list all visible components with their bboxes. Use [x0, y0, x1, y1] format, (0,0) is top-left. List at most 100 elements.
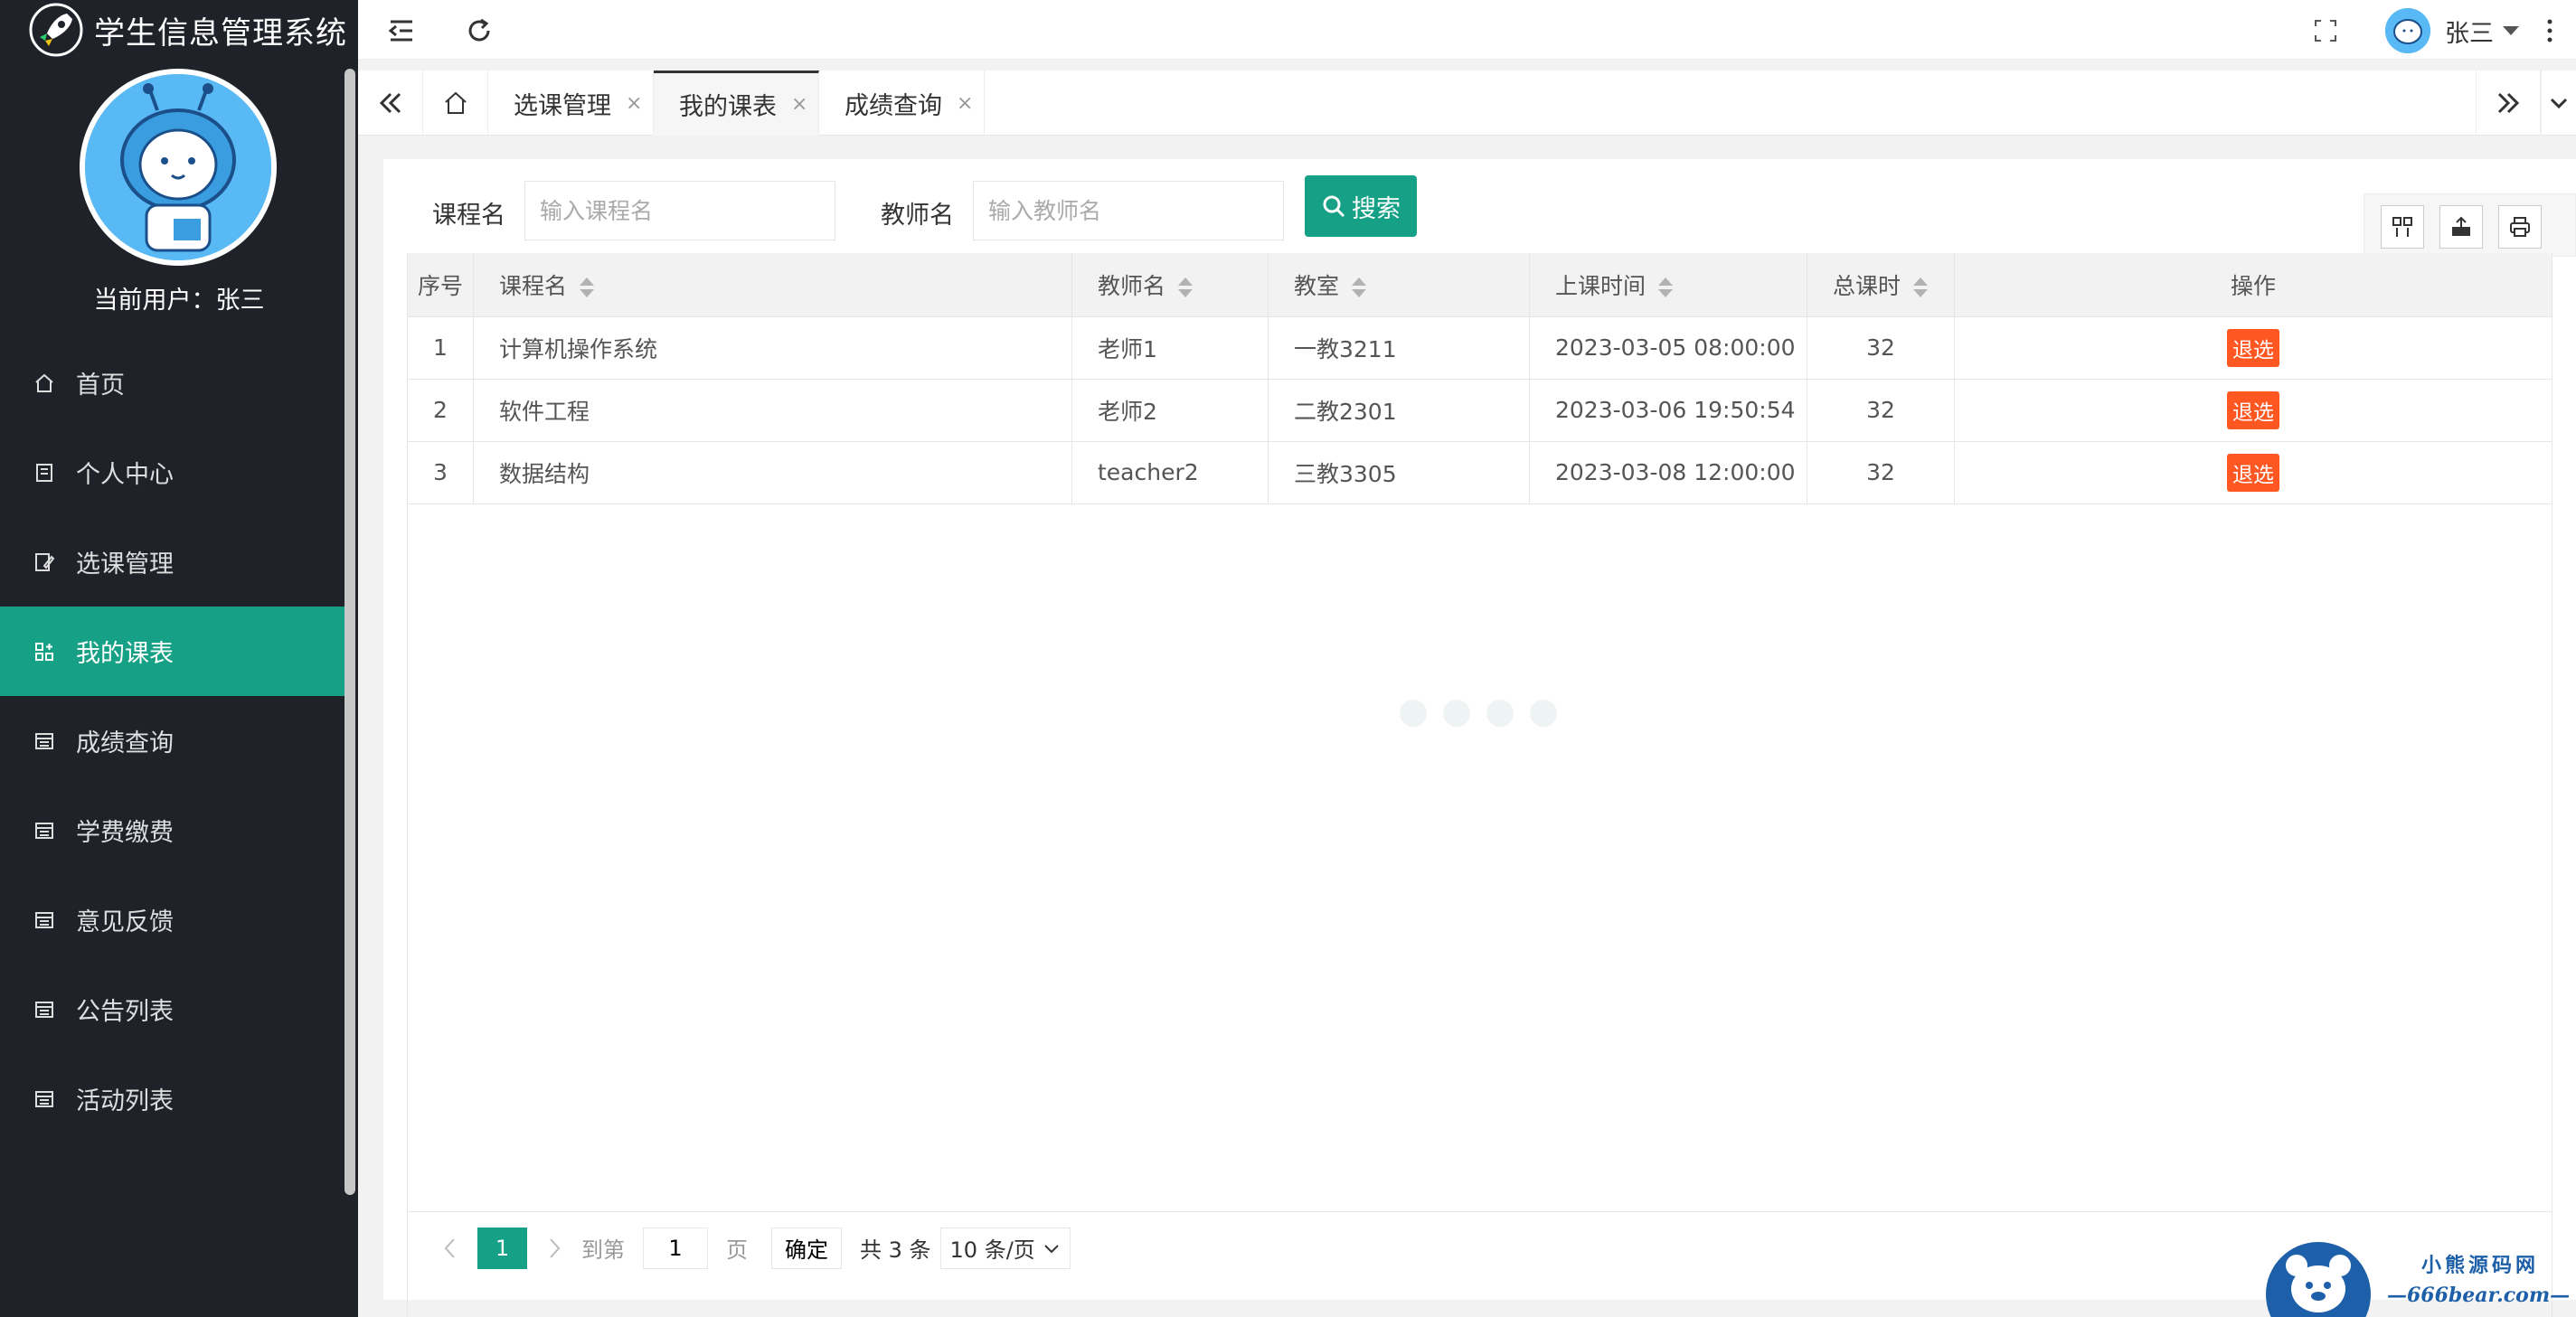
cell-time: 2023-03-08 12:00:00 [1529, 441, 1807, 504]
export-button[interactable] [2439, 205, 2483, 249]
chevron-down-icon [1044, 1244, 1059, 1253]
search-icon [1323, 195, 1345, 218]
watermark: 小熊源码网 —666bear.com— [2260, 1238, 2576, 1317]
cell-teacher: teacher2 [1071, 441, 1269, 504]
avatar[interactable] [80, 69, 277, 266]
tabs-scroll-right-button[interactable] [2476, 71, 2541, 136]
app-title: 学生信息管理系统 [94, 14, 347, 52]
col-teacher[interactable]: 教师名 [1071, 253, 1269, 317]
sidebar-item-grades[interactable]: 成绩查询 [0, 696, 345, 785]
cell-action: 退选 [1954, 441, 2552, 504]
teacher-name-input[interactable] [973, 181, 1284, 240]
sidebar-item-activities[interactable]: 活动列表 [0, 1054, 345, 1143]
sidebar-item-feedback[interactable]: 意见反馈 [0, 875, 345, 964]
list-icon [33, 908, 56, 932]
list-icon [33, 998, 56, 1021]
next-page-button[interactable] [536, 1228, 572, 1269]
cell-action: 退选 [1954, 316, 2552, 380]
page-size-value: 10 条/页 [949, 1237, 1035, 1263]
sidebar-item-label: 首页 [76, 372, 125, 400]
sort-icon[interactable] [1913, 277, 1929, 297]
tabs-scroll-left-button[interactable] [358, 71, 423, 136]
refresh-button[interactable] [461, 13, 497, 49]
course-name-input[interactable] [524, 181, 835, 240]
table-toolbar [2364, 193, 2576, 257]
list-icon [33, 1087, 56, 1111]
user-avatar [2385, 8, 2430, 53]
pagination: 1 到第 页 确定 共 3 条 10 条/页 [407, 1211, 2552, 1284]
chevron-down-icon [2550, 98, 2568, 109]
sort-icon[interactable] [580, 277, 595, 297]
user-menu[interactable]: 张三 [2385, 7, 2519, 54]
col-index: 序号 [407, 253, 474, 317]
print-button[interactable] [2498, 205, 2542, 249]
more-button[interactable] [2532, 13, 2568, 49]
prev-page-button[interactable] [432, 1228, 468, 1269]
sidebar-item-my-schedule[interactable]: 我的课表 [0, 607, 345, 696]
sidebar-item-label: 成绩查询 [76, 729, 174, 757]
cell-hours: 32 [1807, 379, 1955, 442]
tab-my-schedule[interactable]: 我的课表 × [654, 71, 819, 136]
cell-index: 1 [407, 316, 474, 380]
app-logo[interactable]: 学生信息管理系统 [0, 0, 358, 60]
sidebar-item-tuition[interactable]: 学费缴费 [0, 785, 345, 875]
search-button[interactable]: 搜索 [1305, 175, 1417, 237]
current-page-button[interactable]: 1 [477, 1227, 527, 1269]
cell-room: 一教3211 [1268, 316, 1530, 380]
table-row: 1 计算机操作系统 老师1 一教3211 2023-03-05 08:00:00… [407, 316, 2552, 380]
double-chevron-left-icon [379, 92, 401, 114]
total-count: 共 3 条 [860, 1237, 931, 1263]
sidebar-item-course-selection[interactable]: 选课管理 [0, 517, 345, 607]
col-room-label: 教室 [1294, 272, 1340, 299]
close-icon[interactable]: × [626, 92, 646, 115]
fullscreen-button[interactable] [2307, 13, 2344, 49]
col-course[interactable]: 课程名 [473, 253, 1072, 317]
tab-label: 我的课表 [679, 93, 777, 121]
sidebar-scrollbar[interactable] [344, 69, 355, 1195]
sidebar-item-announcements[interactable]: 公告列表 [0, 964, 345, 1054]
drop-course-button[interactable]: 退选 [2227, 453, 2279, 492]
table-row: 2 软件工程 老师2 二教2301 2023-03-06 19:50:54 32… [407, 379, 2552, 442]
export-icon [2452, 216, 2470, 236]
tab-course-selection[interactable]: 选课管理 × [488, 71, 654, 136]
col-time[interactable]: 上课时间 [1529, 253, 1807, 317]
col-hours[interactable]: 总课时 [1807, 253, 1955, 317]
page-size-select[interactable]: 10 条/页 [939, 1227, 1071, 1269]
header-username: 张三 [2445, 19, 2494, 48]
collapse-menu-button[interactable] [383, 13, 420, 49]
sidebar-item-profile[interactable]: 个人中心 [0, 428, 345, 517]
cell-teacher: 老师1 [1071, 316, 1269, 380]
tab-home[interactable] [423, 71, 488, 136]
double-chevron-right-icon [2497, 92, 2520, 114]
drop-course-button[interactable]: 退选 [2227, 328, 2279, 367]
close-icon[interactable]: × [957, 92, 977, 115]
sidebar-item-home[interactable]: 首页 [0, 338, 345, 428]
sidebar-item-label: 意见反馈 [76, 908, 174, 936]
goto-confirm-button[interactable]: 确定 [771, 1227, 842, 1269]
goto-page-input[interactable] [643, 1227, 708, 1269]
sort-icon[interactable] [1178, 277, 1194, 297]
drop-course-button[interactable]: 退选 [2227, 390, 2279, 429]
sort-icon[interactable] [1658, 277, 1674, 297]
col-action-label: 操作 [2230, 272, 2276, 299]
cell-hours: 32 [1807, 441, 1955, 504]
close-icon[interactable]: × [791, 93, 811, 116]
sort-icon[interactable] [1352, 277, 1367, 297]
sidebar-item-label: 公告列表 [76, 998, 174, 1026]
tab-label: 成绩查询 [845, 91, 942, 120]
top-header: 张三 [358, 0, 2576, 60]
col-index-label: 序号 [417, 272, 463, 299]
tabs-menu-button[interactable] [2541, 71, 2576, 136]
robot-avatar-icon [85, 74, 271, 260]
caret-down-icon [2503, 26, 2519, 35]
tab-grades[interactable]: 成绩查询 × [819, 71, 985, 136]
list-icon [33, 819, 56, 842]
indent-icon [388, 20, 412, 42]
schedule-table: 序号 课程名 教师名 教室 上课时间 总课时 操作 1 计算机操作系统 老师1 … [407, 253, 2552, 504]
course-name-label: 课程名 [432, 202, 505, 230]
loading-dot [1443, 700, 1470, 727]
loading-dot [1530, 700, 1557, 727]
column-filter-button[interactable] [2381, 205, 2424, 249]
loading-dot [1486, 700, 1514, 727]
col-room[interactable]: 教室 [1268, 253, 1530, 317]
